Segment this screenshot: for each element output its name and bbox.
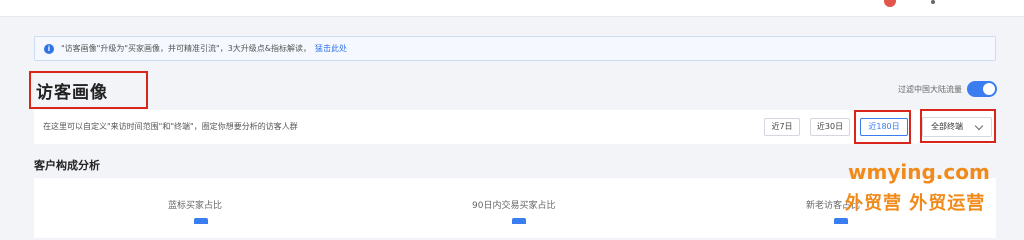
section-title: 客户构成分析 xyxy=(34,159,100,172)
watermark-tagline: 外贸营 外贸运营 xyxy=(845,193,986,214)
user-status-icon xyxy=(931,0,935,4)
range-180d-highlight-box xyxy=(854,110,911,144)
page-title: 访客画像 xyxy=(36,83,108,103)
toolbar-description: 在这里可以自定义"来访时间范围"和"终端"，圈定你想要分析的访客人群 xyxy=(43,122,298,131)
notice-link[interactable]: 猛击此处 xyxy=(315,44,347,53)
metric-chart-new-old-visitors xyxy=(834,218,848,224)
filter-mainland-label: 过滤中国大陆流量 xyxy=(898,85,962,94)
metric-label-90d-buyers: 90日内交易买家占比 xyxy=(472,201,556,211)
filter-mainland-toggle[interactable] xyxy=(967,81,997,97)
metric-chart-90d-buyers xyxy=(512,218,526,224)
metric-chart-blue-buyers xyxy=(194,218,208,224)
notice-text: "访客画像"升级为"买家画像，并可精准引流"，3大升级点&指标解读， xyxy=(61,44,312,53)
top-bar xyxy=(0,0,1024,17)
metric-label-blue-buyers: 蓝标买家占比 xyxy=(168,201,223,211)
range-30d-button[interactable]: 近30日 xyxy=(810,118,850,136)
terminal-select-highlight-box xyxy=(920,109,996,143)
upgrade-notice: i "访客画像"升级为"买家画像，并可精准引流"，3大升级点&指标解读， 猛击此处 xyxy=(34,36,996,61)
toggle-knob xyxy=(983,83,995,95)
info-icon: i xyxy=(44,44,54,54)
range-toolbar: 在这里可以自定义"来访时间范围"和"终端"，圈定你想要分析的访客人群 近7日 近… xyxy=(34,109,996,144)
range-7d-button[interactable]: 近7日 xyxy=(764,118,800,136)
notification-icon[interactable] xyxy=(884,0,896,7)
watermark-domain: wmying.com xyxy=(848,160,990,184)
